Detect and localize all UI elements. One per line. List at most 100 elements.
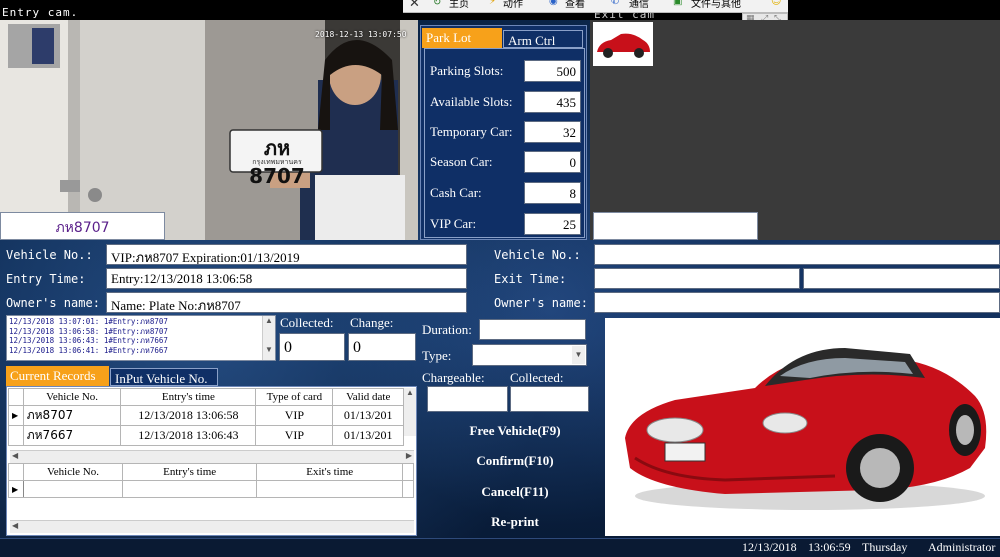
log-line: 12/13/2018 13:06:41: 1#Entry:ภห7667	[9, 345, 168, 355]
column-header[interactable]: Entry's time	[120, 388, 257, 406]
log-line: 12/13/2018 13:06:43: 1#Entry:ภห7667	[9, 336, 168, 345]
park-stat-value[interactable]: 32	[524, 121, 581, 143]
column-header[interactable]: Type of card	[255, 388, 334, 406]
park-stat-value[interactable]: 8	[524, 182, 581, 204]
refresh-icon[interactable]: ↻	[433, 0, 441, 8]
cancel-button[interactable]: Cancel(F11)	[440, 484, 590, 500]
park-stat-label: Season Car:	[430, 154, 493, 169]
type-label: Type:	[422, 348, 452, 363]
type-select[interactable]	[472, 344, 587, 366]
scroll-down-icon[interactable]: ▼	[263, 345, 275, 354]
entry-camera-scene	[0, 20, 418, 240]
close-icon[interactable]: ✕	[409, 0, 420, 11]
table-cell: 12/13/2018 13:06:58	[120, 405, 257, 426]
park-stat-label: VIP Car:	[430, 216, 477, 231]
payment-collected-label: Collected:	[510, 370, 564, 385]
tab-arm-ctrl[interactable]: Arm Ctrl	[503, 30, 583, 48]
table-row[interactable]: ▶ ภห8707 12/13/2018 13:06:58 VIP 01/13/201	[8, 405, 404, 426]
exit-records-table: Vehicle No. Entry's time Exit's time ▶	[8, 463, 414, 498]
entry-time-label: Entry Time:	[6, 272, 86, 286]
park-stat-label: Cash Car:	[430, 185, 482, 200]
exit-vehicle-no-label: Vehicle No.:	[494, 248, 581, 262]
column-header	[402, 463, 414, 481]
owner-name-label: Owner's name:	[6, 296, 100, 310]
chargeable-field[interactable]	[427, 386, 508, 412]
toolbar-item-action[interactable]: 动作	[503, 0, 523, 10]
vehicle-no-field[interactable]: VIP:ภห8707 Expiration:01/13/2019	[106, 244, 467, 265]
reprint-button[interactable]: Re-print	[440, 514, 590, 530]
park-stat-label: Parking Slots:	[430, 63, 504, 78]
column-header[interactable]: Vehicle No.	[22, 388, 122, 406]
duration-label: Duration:	[422, 322, 472, 337]
park-stat-label: Temporary Car:	[430, 124, 513, 139]
duration-field[interactable]	[479, 319, 586, 340]
table-cell: 12/13/2018 13:06:43	[120, 425, 257, 446]
park-stat-label: Available Slots:	[430, 94, 513, 109]
browser-toolbar: ✕ ↻ 主页 ⚡ 动作 ◉ 查看 ✆ 通信 ▣ 文件与其他 ☺	[403, 0, 788, 13]
column-header[interactable]: Entry's time	[122, 463, 258, 481]
collected-value-field[interactable]: 0	[279, 333, 345, 361]
phone-icon: ✆	[611, 0, 620, 7]
column-header[interactable]: Valid date	[332, 388, 404, 406]
toolbar-item-comm[interactable]: 通信	[629, 0, 649, 10]
park-stat-value[interactable]: 500	[524, 60, 581, 82]
table-cell: 01/13/201	[332, 425, 404, 446]
records-scrollbar-h[interactable]: ◀ ▶	[10, 450, 414, 463]
table-row[interactable]: ▶	[8, 480, 414, 498]
records-table: Vehicle No. Entry's time Type of card Valid…	[8, 388, 404, 446]
eye-icon: ◉	[549, 0, 558, 7]
row-indicator-icon	[8, 425, 24, 446]
scroll-left-icon[interactable]: ◀	[12, 451, 18, 460]
exit-time-field-1[interactable]	[594, 268, 800, 289]
car-image	[605, 318, 1000, 536]
entry-camera-view: 2018-12-13 13:07:50 ภห 8707 กรุงเทพมหานค…	[0, 20, 418, 240]
owner-name-field[interactable]: Name: Plate No:ภห8707	[106, 292, 467, 313]
table-cell: ภห8707	[22, 405, 122, 426]
scroll-right-icon[interactable]: ▶	[406, 451, 412, 460]
park-stat-value[interactable]: 25	[524, 213, 581, 235]
row-indicator-icon: ▶	[8, 405, 24, 426]
table-row[interactable]: ภห7667 12/13/2018 13:06:43 VIP 01/13/201	[8, 425, 404, 446]
row-header-cell	[8, 388, 24, 406]
exit-vehicle-no-field[interactable]	[594, 244, 1000, 265]
records-scrollbar-v[interactable]: ▲	[404, 388, 416, 436]
toolbar-item-home[interactable]: 主页	[449, 0, 469, 10]
tab-park-lot[interactable]: Park Lot	[422, 28, 502, 48]
park-stat-value[interactable]: 435	[524, 91, 581, 113]
exit-owner-name-label: Owner's name:	[494, 296, 588, 310]
confirm-button[interactable]: Confirm(F10)	[440, 453, 590, 469]
log-line: 12/13/2018 13:07:01: 1#Entry:ภห8707	[9, 317, 168, 326]
status-weekday: Thursday	[862, 540, 908, 554]
free-vehicle-button[interactable]: Free Vehicle(F9)	[440, 423, 590, 439]
toolbar-item-view[interactable]: 查看	[565, 0, 585, 10]
change-value-field[interactable]: 0	[348, 333, 416, 361]
folder-icon: ▣	[673, 0, 683, 7]
tab-input-vehicle-no[interactable]: InPut Vehicle No.	[110, 368, 218, 386]
log-scrollbar[interactable]: ▲ ▼	[262, 316, 275, 360]
change-label: Change:	[350, 315, 394, 330]
entry-cam-label: Entry cam.	[2, 6, 79, 19]
toolbar-item-files[interactable]: 文件与其他	[691, 0, 741, 10]
table-cell: VIP	[255, 425, 334, 446]
exit-owner-name-field[interactable]	[594, 292, 1000, 313]
column-header[interactable]: Vehicle No.	[22, 463, 124, 481]
status-time: 13:06:59	[808, 540, 851, 554]
collected-label: Collected:	[280, 315, 334, 330]
scroll-up-icon[interactable]: ▲	[263, 316, 275, 325]
exit-plate-result-box	[593, 212, 758, 240]
exit-records-scrollbar-h[interactable]: ◀	[10, 520, 414, 533]
tab-current-records[interactable]: Current Records	[6, 366, 109, 386]
row-header-cell	[8, 463, 24, 481]
status-date: 12/13/2018	[742, 540, 797, 554]
table-cell: ภห7667	[22, 425, 122, 446]
park-stat-value[interactable]: 0	[524, 151, 581, 173]
entry-time-field[interactable]: Entry:12/13/2018 13:06:58	[106, 268, 467, 289]
scroll-left-icon[interactable]: ◀	[12, 521, 18, 530]
column-header[interactable]: Exit's time	[256, 463, 404, 481]
chargeable-label: Chargeable:	[422, 370, 485, 385]
event-log[interactable]: 12/13/2018 13:07:01: 1#Entry:ภห8707 12/13…	[6, 315, 276, 361]
exit-time-field-2[interactable]	[803, 268, 1000, 289]
payment-collected-field[interactable]	[510, 386, 589, 412]
lightning-icon: ⚡	[489, 0, 497, 7]
chevron-down-icon[interactable]: ▼	[572, 346, 585, 364]
